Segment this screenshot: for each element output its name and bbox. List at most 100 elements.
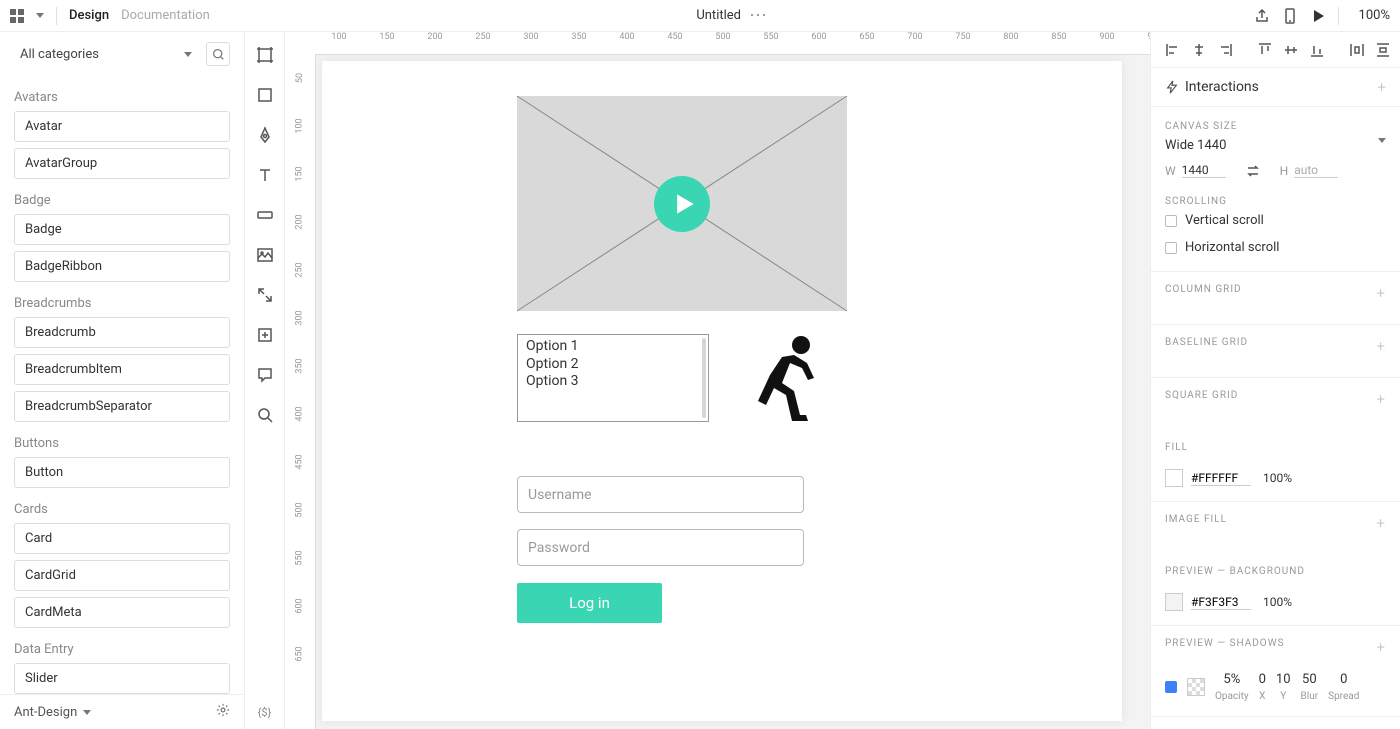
chevron-down-icon [1378,138,1386,153]
preview-shadows-section[interactable]: Preview — Shadows+ [1151,625,1400,668]
component-list[interactable]: Avatars Avatar AvatarGroup Badge Badge BadgeR… [0,76,244,694]
distribute-v-icon[interactable] [1375,42,1391,58]
canvas-preset-dropdown[interactable]: Wide 1440 [1151,132,1400,159]
fill-section: Fill [1151,430,1400,465]
component-item[interactable]: Badge [14,214,230,245]
preview-bg-section: Preview — Background [1151,554,1400,589]
height-input[interactable] [1294,163,1338,178]
group-header: Cards [14,502,230,517]
app-menu-icon[interactable] [10,9,24,23]
chevron-down-icon[interactable] [36,13,44,18]
code-panel-icon[interactable]: {$} [258,706,272,719]
canvas-size-label: Canvas size [1151,121,1400,132]
left-sidebar: All categories Avatars Avatar AvatarGroup B… [0,32,245,729]
scrolling-label: Scrolling [1151,196,1400,207]
square-grid-section[interactable]: Square Grid+ [1151,377,1400,420]
image-tool-icon[interactable] [256,246,274,264]
find-tool-icon[interactable] [256,406,274,424]
pen-tool-icon[interactable] [256,126,274,144]
component-item[interactable]: Card [14,523,230,554]
component-item[interactable]: AvatarGroup [14,148,230,179]
component-item[interactable]: BreadcrumbItem [14,354,230,385]
tab-documentation[interactable]: Documentation [121,8,210,23]
align-left-icon[interactable] [1165,42,1181,58]
alignment-bar [1151,32,1400,68]
video-placeholder[interactable] [517,96,847,311]
image-fill-section[interactable]: Image Fill+ [1151,501,1400,544]
bg-opacity[interactable]: 100% [1263,595,1292,609]
baseline-grid-section[interactable]: Baseline Grid+ [1151,324,1400,367]
distribute-h-icon[interactable] [1349,42,1365,58]
horizontal-scroll-checkbox[interactable]: Horizontal scroll [1151,234,1400,261]
component-item[interactable]: Button [14,457,230,488]
tab-design[interactable]: Design [69,8,109,23]
component-item[interactable]: BreadcrumbSeparator [14,391,230,422]
search-button[interactable] [206,42,230,66]
bg-swatch[interactable] [1165,593,1183,611]
group-header: Breadcrumbs [14,296,230,311]
component-item[interactable]: Breadcrumb [14,317,230,348]
align-top-icon[interactable] [1257,42,1273,58]
swap-icon[interactable] [1246,164,1260,178]
text-tool-icon[interactable] [256,166,274,184]
library-dropdown[interactable]: Ant-Design [14,705,91,720]
fill-hex-input[interactable] [1191,471,1251,486]
comment-tool-icon[interactable] [256,366,274,384]
more-icon[interactable]: ⋯ [749,5,767,26]
gear-icon[interactable] [216,703,230,721]
align-center-v-icon[interactable] [1283,42,1299,58]
component-item[interactable]: CardMeta [14,597,230,628]
component-tool-icon[interactable] [256,326,274,344]
password-input[interactable]: Password [517,529,804,566]
share-icon[interactable] [1254,8,1270,24]
chevron-down-icon [184,52,192,57]
column-grid-section[interactable]: Column Grid+ [1151,271,1400,314]
fill-swatch[interactable] [1165,469,1183,487]
rectangle-tool-icon[interactable] [256,86,274,104]
align-bottom-icon[interactable] [1309,42,1325,58]
chevron-down-icon [83,710,91,715]
login-button[interactable]: Log in [517,583,662,623]
tool-rail: {$} [245,32,285,729]
preview-device-frame-section[interactable]: Preview — Device Frame+ [1151,716,1400,729]
group-header: Avatars [14,90,230,105]
username-input[interactable]: Username [517,476,804,513]
artboard-tool-icon[interactable] [256,46,274,64]
vertical-scroll-checkbox[interactable]: Vertical scroll [1151,207,1400,234]
component-item[interactable]: Avatar [14,111,230,142]
category-dropdown[interactable]: All categories [14,43,198,66]
running-icon[interactable] [752,333,832,423]
ruler-vertical: 50100150200250300350400450500550600650 [285,54,315,678]
device-icon[interactable] [1282,8,1298,24]
align-center-h-icon[interactable] [1191,42,1207,58]
list-option[interactable]: Option 3 [526,373,700,391]
component-item[interactable]: Slider [14,663,230,694]
fill-opacity[interactable]: 100% [1263,471,1292,485]
topbar: Design Documentation Untitled ⋯ 100% [0,0,1400,32]
canvas-area: 1001502002503003504004505005506006507007… [285,32,1150,729]
play-icon[interactable] [1310,8,1326,24]
add-interaction-icon[interactable]: + [1378,78,1386,96]
component-item[interactable]: CardGrid [14,560,230,591]
button-tool-icon[interactable] [256,206,274,224]
doc-title[interactable]: Untitled [696,8,741,23]
group-header: Buttons [14,436,230,451]
play-button[interactable] [654,176,710,232]
zoom-level[interactable]: 100% [1351,8,1390,23]
group-header: Data Entry [14,642,230,657]
listbox[interactable]: Option 1Option 2Option 3 [517,334,709,422]
ruler-horizontal: 1001502002503003504004505005506006507007… [315,32,1150,54]
list-option[interactable]: Option 2 [526,356,700,374]
bg-hex-input[interactable] [1191,595,1251,610]
align-right-icon[interactable] [1217,42,1233,58]
shadow-enabled-checkbox[interactable] [1165,681,1177,693]
list-option[interactable]: Option 1 [526,338,700,356]
page[interactable]: Option 1Option 2Option 3 Username Passwo… [322,61,1122,721]
interactions-panel[interactable]: Interactions + [1151,68,1400,107]
icon-tool-icon[interactable] [256,286,274,304]
lightning-icon [1165,80,1179,94]
width-input[interactable] [1182,163,1226,178]
component-item[interactable]: BadgeRibbon [14,251,230,282]
shadow-color-swatch[interactable] [1187,678,1205,696]
group-header: Badge [14,193,230,208]
